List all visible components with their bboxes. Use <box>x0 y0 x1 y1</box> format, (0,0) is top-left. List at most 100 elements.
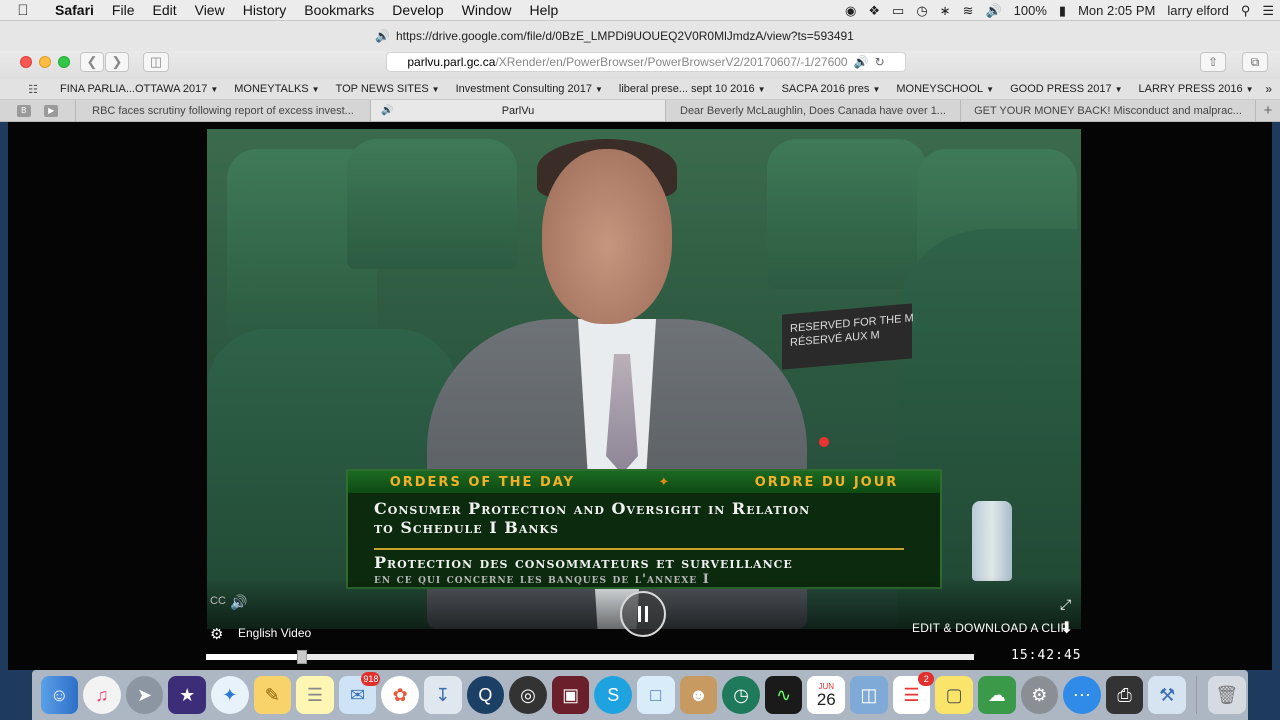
menu-edit[interactable]: Edit <box>143 0 185 21</box>
trash-icon[interactable]: 🗑 <box>1207 676 1246 714</box>
bookmark-folder[interactable]: MONEYTALKS ▼ <box>226 83 327 95</box>
background-url-text: https://drive.google.com/file/d/0BzE_LMP… <box>395 29 854 43</box>
imovie-icon[interactable]: ★ <box>168 676 206 714</box>
skype-icon[interactable]: S <box>594 676 633 714</box>
tab-money-back[interactable]: GET YOUR MONEY BACK! Misconduct and malp… <box>961 100 1256 121</box>
new-tab-button[interactable]: + <box>1256 100 1280 121</box>
bookmark-folder[interactable]: MONEYSCHOOL ▼ <box>888 83 1002 95</box>
bookmark-folder[interactable]: SACPA 2016 pres ▼ <box>774 83 889 95</box>
record-icon[interactable]: ◉ <box>839 0 862 21</box>
pinned-tabs: B ▶ <box>0 100 76 121</box>
window-close-button[interactable] <box>20 56 32 68</box>
user-name[interactable]: larry elford <box>1161 0 1234 21</box>
stickies-icon[interactable]: ▢ <box>935 676 973 714</box>
activity-monitor-icon[interactable]: ∿ <box>764 676 803 714</box>
quicktime-icon[interactable]: Q <box>466 676 505 714</box>
download-icon[interactable]: ⬇ <box>1060 618 1073 638</box>
calendar-icon[interactable]: JUN 26 <box>807 676 846 714</box>
reminders-badge: 2 <box>918 672 935 686</box>
bookmark-folder[interactable]: GOOD PRESS 2017 ▼ <box>1002 83 1130 95</box>
window-zoom-button[interactable] <box>58 56 70 68</box>
caption-header-fr: ORDRE DU JOUR <box>754 474 899 490</box>
itunes-icon[interactable]: ♫ <box>83 676 121 714</box>
caption-line-2: to Schedule I Banks <box>374 518 559 537</box>
reload-icon[interactable]: ↻ <box>875 55 885 69</box>
volume-icon[interactable]: 🔊 <box>230 594 247 611</box>
contacts-icon[interactable]: ☻ <box>679 676 718 714</box>
safari-icon[interactable]: ✦ <box>210 676 249 714</box>
share-button[interactable]: ⇧ <box>1200 52 1226 72</box>
tab-rbc[interactable]: RBC faces scrutiny following report of e… <box>76 100 371 121</box>
battery-icon[interactable]: ▮ <box>1053 0 1072 21</box>
seek-bar[interactable] <box>206 650 974 664</box>
dashboard-icon[interactable]: ◎ <box>509 676 547 714</box>
tab-speaker-icon[interactable]: 🔊 <box>381 105 393 116</box>
fullscreen-icon[interactable]: ⤢ <box>1060 596 1071 613</box>
closed-captions-button[interactable]: CC <box>210 595 226 607</box>
keynote-icon[interactable]: □ <box>637 676 675 714</box>
spotlight-icon[interactable]: ⚲ <box>1235 0 1257 21</box>
textedit-icon[interactable]: ✎ <box>253 676 292 714</box>
time-machine-icon[interactable]: ◷ <box>910 0 933 21</box>
image-capture-icon[interactable]: ☁ <box>977 676 1016 714</box>
battery-percent[interactable]: 100% <box>1008 0 1053 21</box>
back-button[interactable]: ❮ <box>80 52 104 72</box>
photo-booth-icon[interactable]: ▣ <box>551 676 590 714</box>
notification-center-icon[interactable]: ☰ <box>1256 0 1280 21</box>
tab-beverly[interactable]: Dear Beverly McLaughlin, Does Canada hav… <box>666 100 961 121</box>
preview-icon[interactable]: ◫ <box>850 676 888 714</box>
tab-audio-icon[interactable]: 🔊 <box>854 55 869 69</box>
forward-button[interactable]: ❯ <box>105 52 129 72</box>
menu-file[interactable]: File <box>103 0 144 21</box>
mail-icon[interactable]: ✉ 918 <box>338 672 381 714</box>
bookmark-folder[interactable]: FINA PARLIA...OTTAWA 2017 ▼ <box>52 83 226 95</box>
menu-develop[interactable]: Develop <box>383 0 452 21</box>
address-bar[interactable]: parlvu.parl.gc.ca/XRender/en/PowerBrowse… <box>386 52 906 72</box>
gear-icon[interactable]: ⚙ <box>210 625 223 643</box>
pause-button[interactable] <box>620 591 666 637</box>
volume-icon[interactable]: 🔊 <box>979 0 1007 21</box>
printer-icon[interactable]: ⎙ <box>1105 676 1144 714</box>
top-sites-grid-icon[interactable]: ☷ <box>22 83 44 96</box>
caption-line-1: Consumer Protection and Oversight in Rel… <box>374 499 811 518</box>
pinned-tab-youtube-icon[interactable]: ▶ <box>44 104 59 117</box>
menu-history[interactable]: History <box>234 0 296 21</box>
pinned-tab-blogger-icon[interactable]: B <box>16 104 31 117</box>
menu-help[interactable]: Help <box>520 0 567 21</box>
dock-separator <box>1196 676 1198 714</box>
apple-menu-icon[interactable]:  <box>0 2 46 19</box>
bluetooth-icon[interactable]: ∗ <box>934 0 957 21</box>
edit-download-clip-button[interactable]: EDIT & DOWNLOAD A CLIP <box>912 621 1069 635</box>
bookmark-folder[interactable]: Investment Consulting 2017 ▼ <box>448 83 611 95</box>
bookmarks-overflow-icon[interactable]: » <box>1265 82 1272 96</box>
menu-view[interactable]: View <box>186 0 234 21</box>
bookmark-folder[interactable]: TOP NEWS SITES ▼ <box>328 83 448 95</box>
tab-overview-button[interactable]: ⧉ <box>1242 52 1268 72</box>
menu-app-safari[interactable]: Safari <box>46 0 103 21</box>
seek-handle[interactable] <box>297 650 307 664</box>
tab-parlvu[interactable]: 🔊 ParlVu <box>371 100 666 121</box>
clock[interactable]: Mon 2:05 PM <box>1072 0 1161 21</box>
wifi-icon[interactable]: ≋ <box>957 0 980 21</box>
system-preferences-icon[interactable]: ⚙ <box>1020 676 1059 714</box>
installer-icon[interactable]: ↧ <box>423 676 462 714</box>
bookmark-folder[interactable]: LARRY PRESS 2016 ▼ <box>1131 83 1262 95</box>
dropbox-icon[interactable]: ❖ <box>862 0 886 21</box>
messages-icon[interactable]: ⋯ <box>1063 676 1101 714</box>
airplay-icon[interactable]: ▭ <box>886 0 910 21</box>
window-minimize-button[interactable] <box>39 56 51 68</box>
time-machine-icon[interactable]: ◷ <box>722 676 760 714</box>
launchpad-icon[interactable]: ➤ <box>125 676 164 714</box>
reminders-icon[interactable]: ☰ 2 <box>892 672 935 714</box>
notes-icon[interactable]: ☰ <box>296 676 334 714</box>
menu-window[interactable]: Window <box>453 0 521 21</box>
photos-icon[interactable]: ✿ <box>381 676 419 714</box>
bookmarks-bar: ☷ FINA PARLIA...OTTAWA 2017 ▼ MONEYTALKS ▼… <box>0 79 1280 100</box>
video-frame[interactable]: RESERVED FOR THE M RÉSERVÉ AUX M ORDERS … <box>207 129 1081 629</box>
menu-bookmarks[interactable]: Bookmarks <box>295 0 383 21</box>
utility-icon[interactable]: ⚒ <box>1148 676 1186 714</box>
language-selector[interactable]: English Video <box>238 626 311 640</box>
sidebar-toggle-icon[interactable]: ◫ <box>143 52 169 72</box>
bookmark-folder[interactable]: liberal prese... sept 10 2016 ▼ <box>611 83 774 95</box>
finder-icon[interactable]: ☺ <box>40 676 79 714</box>
